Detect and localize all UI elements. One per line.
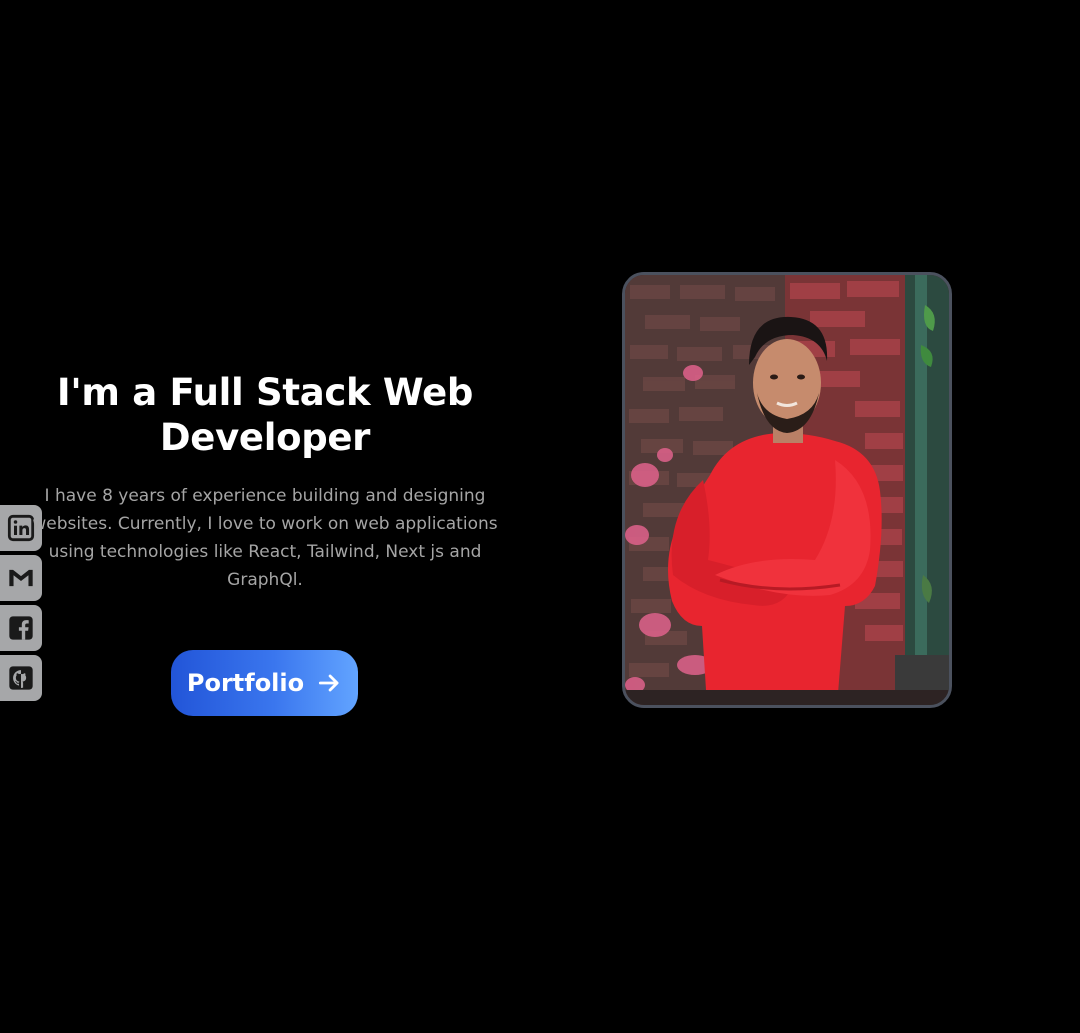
profile-photo — [622, 272, 952, 708]
hero-title: I'm a Full Stack Web Developer — [30, 370, 500, 460]
hero-text: I'm a Full Stack Web Developer I have 8 … — [30, 370, 500, 594]
portfolio-button-label: Portfolio — [186, 669, 305, 697]
github-icon — [9, 666, 33, 690]
github-link[interactable] — [0, 655, 42, 701]
hero-page: I'm a Full Stack Web Developer I have 8 … — [0, 0, 1080, 1033]
hero-title-line2: Developer — [159, 416, 371, 459]
portfolio-button[interactable]: Portfolio — [171, 650, 358, 716]
facebook-icon — [9, 616, 33, 640]
arrow-right-icon — [319, 674, 339, 692]
hero-description: I have 8 years of experience building an… — [32, 486, 498, 590]
facebook-link[interactable] — [0, 605, 42, 651]
profile-photo-image — [625, 275, 949, 705]
hero-title-line1: I'm a Full Stack Web — [56, 371, 474, 414]
